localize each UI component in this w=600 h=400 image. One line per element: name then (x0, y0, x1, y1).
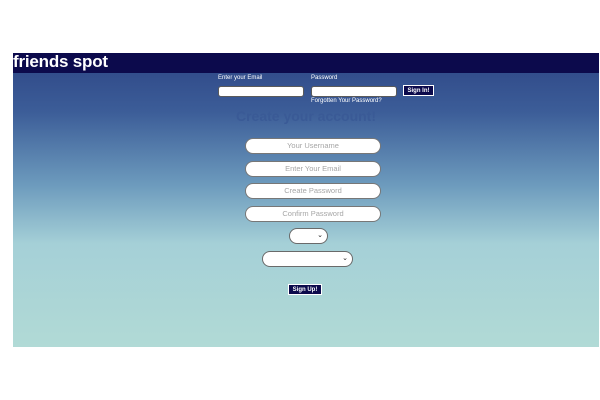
login-email-input[interactable] (218, 86, 304, 97)
small-select[interactable]: ⌄ (289, 228, 328, 244)
signup-title: Create your account! (235, 108, 377, 124)
wide-select[interactable]: ⌄ (262, 251, 353, 267)
sign-up-button[interactable]: Sign Up! (288, 284, 322, 295)
page-background (13, 53, 599, 347)
brand-logo[interactable]: friends spot (13, 52, 108, 72)
top-navbar: friends spot (13, 52, 599, 73)
signup-email-input[interactable]: Enter Your Email (245, 161, 381, 177)
login-email-label: Enter your Email (218, 75, 263, 81)
login-password-input[interactable] (311, 86, 397, 97)
chevron-down-icon: ⌄ (317, 232, 323, 239)
chevron-down-icon: ⌄ (342, 255, 348, 262)
username-input[interactable]: Your Username (245, 138, 381, 154)
login-password-label: Password (311, 75, 338, 81)
forgot-password-link[interactable]: Forgotten Your Password? (311, 98, 382, 104)
sign-in-button[interactable]: Sign In! (403, 85, 434, 96)
confirm-password-input[interactable]: Confirm Password (245, 206, 381, 222)
create-password-input[interactable]: Create Password (245, 183, 381, 199)
